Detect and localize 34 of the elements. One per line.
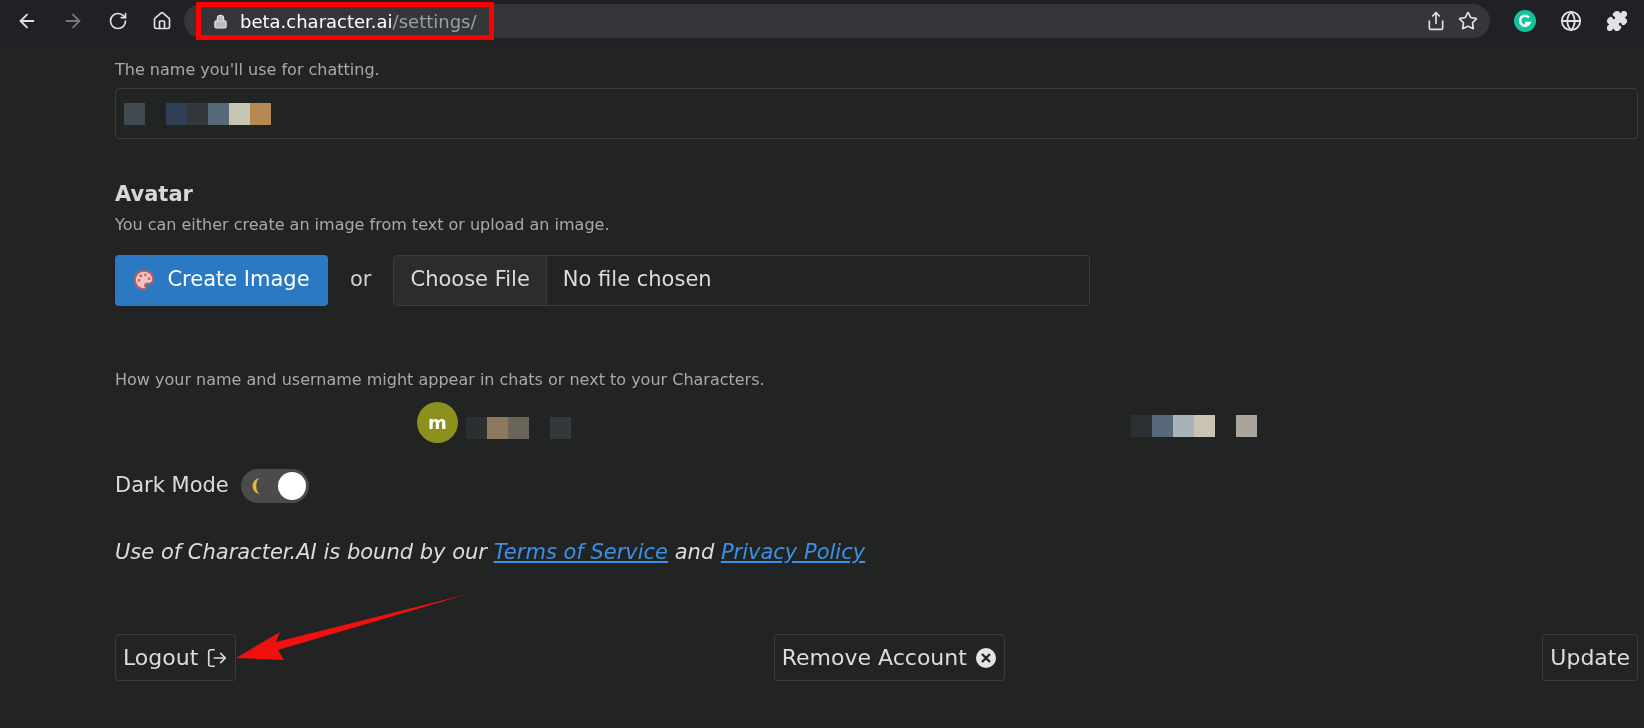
lock-icon bbox=[213, 13, 228, 29]
address-bar[interactable]: beta.character.ai/settings/ bbox=[184, 4, 1490, 38]
avatar-description: You can either create an image from text or upload an image. bbox=[115, 213, 611, 236]
palette-icon bbox=[133, 269, 156, 291]
close-icon bbox=[974, 646, 997, 669]
logout-icon bbox=[206, 646, 229, 669]
file-input[interactable]: Choose File No file chosen bbox=[393, 254, 1091, 306]
terms-sentence: Use of Character.AI is bound by our Terms of Service and Privacy Policy bbox=[115, 538, 867, 566]
section-heading: Avatar bbox=[115, 181, 194, 208]
terms-link[interactable]: Terms of Service bbox=[493, 539, 669, 564]
star-icon[interactable] bbox=[1458, 11, 1478, 31]
create-image-button[interactable]: Create Image bbox=[115, 254, 328, 306]
url-text: beta.character.ai/settings/ bbox=[240, 9, 477, 34]
name-description: The name you'll use for chatting. bbox=[115, 59, 381, 81]
choose-file-button[interactable]: Choose File bbox=[394, 255, 547, 305]
toggle-knob bbox=[277, 471, 306, 500]
home-icon[interactable] bbox=[152, 11, 172, 31]
dark-mode-toggle[interactable] bbox=[240, 468, 309, 503]
dark-mode-label: Dark Mode bbox=[115, 471, 229, 499]
logout-button[interactable]: Logout bbox=[115, 634, 237, 681]
moon-icon bbox=[251, 477, 261, 494]
file-status: No file chosen bbox=[561, 266, 713, 294]
globe-icon[interactable] bbox=[1560, 10, 1582, 32]
remove-button[interactable]: Remove Account bbox=[773, 634, 1005, 681]
reload-icon[interactable] bbox=[108, 11, 128, 31]
or-label: or bbox=[349, 266, 373, 294]
update-button[interactable]: Update bbox=[1542, 634, 1638, 681]
preview-description: How your name and username might appear in chats or next to your Characters. bbox=[115, 368, 766, 391]
user-avatar: m bbox=[417, 401, 458, 443]
name-field[interactable] bbox=[115, 88, 1638, 139]
share-icon[interactable] bbox=[1426, 11, 1446, 31]
extension-icon[interactable] bbox=[1514, 10, 1536, 32]
extensions-icon[interactable] bbox=[1606, 10, 1628, 32]
privacy-link[interactable]: Privacy Policy bbox=[720, 539, 866, 564]
